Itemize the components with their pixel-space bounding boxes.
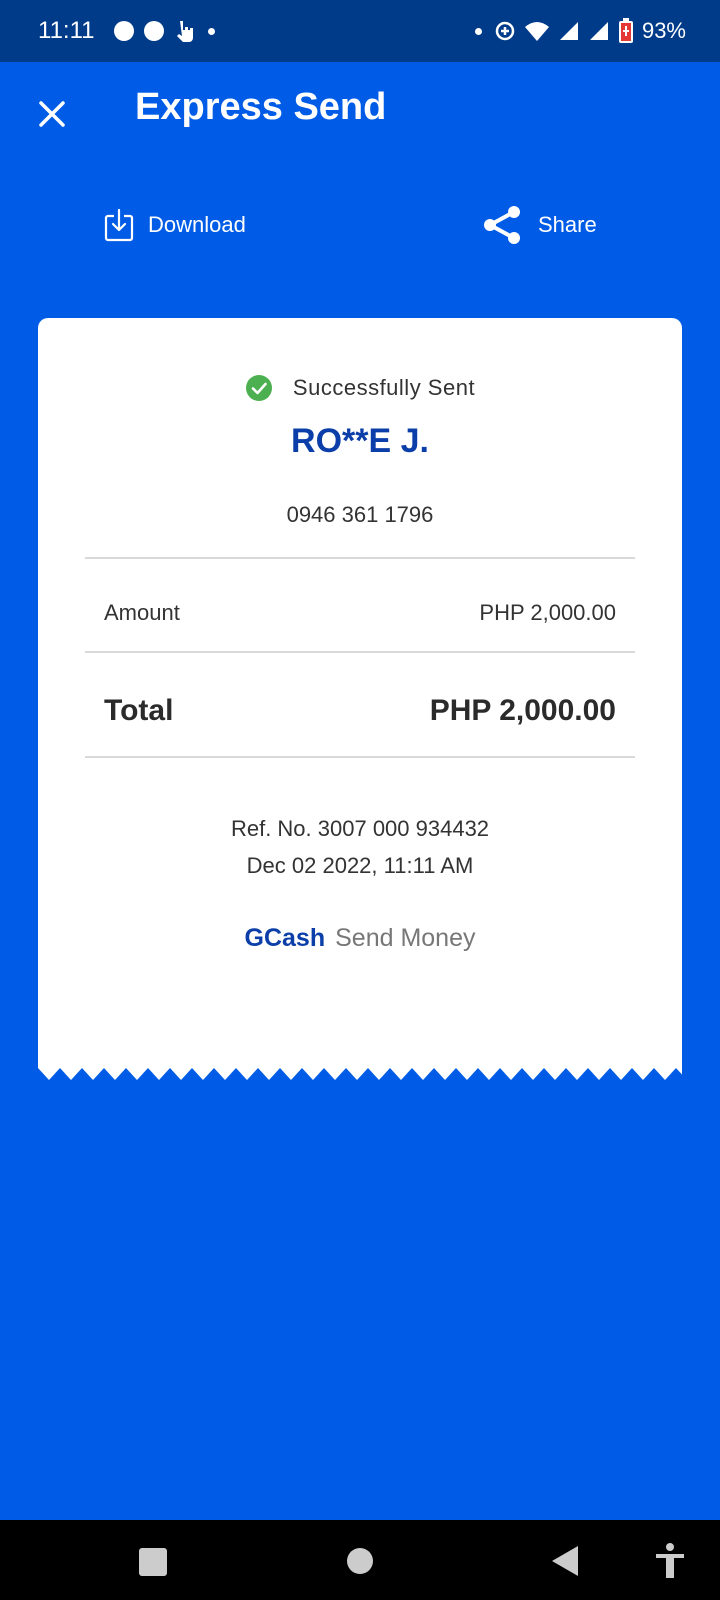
back-triangle-icon xyxy=(552,1546,578,1576)
share-label: Share xyxy=(538,212,597,237)
brand-logo-text: GCash xyxy=(244,924,326,952)
home-circle-icon xyxy=(347,1548,373,1574)
wifi-icon xyxy=(524,22,549,41)
recipient-phone: 0946 361 1796 xyxy=(286,502,434,527)
transaction-datetime: Dec 02 2022, 11:11 AM xyxy=(246,853,474,878)
notification-icons xyxy=(114,18,215,44)
brand-service: Send Money xyxy=(335,924,476,952)
status-time: 11:11 xyxy=(38,17,95,44)
navigation-bar xyxy=(0,1520,720,1600)
recipient-name: RO**E J. xyxy=(291,422,429,460)
signal-icon xyxy=(559,22,578,40)
back-button[interactable] xyxy=(550,1544,580,1583)
touch-hand-icon xyxy=(177,21,193,42)
status-dot xyxy=(474,27,482,35)
accessibility-icon xyxy=(656,1543,684,1578)
download-icon xyxy=(104,208,134,242)
receipt-torn-edge xyxy=(38,1068,682,1080)
signal-icon xyxy=(589,22,608,40)
divider xyxy=(85,651,635,653)
share-button[interactable]: Share xyxy=(482,204,597,246)
reference-block: Ref. No. 3007 000 934432 Dec 02 2022, 11… xyxy=(38,810,682,884)
total-value: PHP 2,000.00 xyxy=(429,694,616,727)
notification-circle-icon xyxy=(144,21,164,41)
more-notifications-dot xyxy=(208,27,215,35)
total-label: Total xyxy=(104,694,174,727)
amount-row: Amount PHP 2,000.00 xyxy=(104,600,616,626)
download-label: Download xyxy=(148,212,246,237)
receipt-card: Successfully Sent RO**E J. 0946 361 1796… xyxy=(38,318,682,1068)
app-bar: Express Send xyxy=(0,62,720,162)
status-bar: 11:11 93% xyxy=(0,0,720,62)
receipt-actions: Download Share xyxy=(0,200,720,252)
download-button[interactable]: Download xyxy=(104,208,246,242)
reference-number: Ref. No. 3007 000 934432 xyxy=(230,816,490,841)
total-row: Total PHP 2,000.00 xyxy=(104,694,616,728)
divider xyxy=(85,557,635,559)
close-button[interactable] xyxy=(30,92,74,136)
recent-apps-button[interactable] xyxy=(138,1547,168,1582)
amount-value: PHP 2,000.00 xyxy=(479,600,616,625)
success-text: Successfully Sent xyxy=(292,375,476,400)
accessibility-button[interactable] xyxy=(652,1542,688,1585)
page-title: Express Send xyxy=(135,86,387,128)
brand-footer: GCash Send Money xyxy=(38,924,682,953)
divider xyxy=(85,756,635,758)
data-saver-icon xyxy=(495,21,515,41)
close-icon xyxy=(39,101,65,127)
system-icons: 93% xyxy=(471,16,686,46)
notification-circle-icon xyxy=(114,21,134,41)
battery-percent: 93% xyxy=(641,18,686,43)
success-status: Successfully Sent xyxy=(38,374,682,402)
square-icon xyxy=(139,1548,167,1576)
home-button[interactable] xyxy=(346,1547,374,1580)
amount-label: Amount xyxy=(104,600,180,625)
battery-icon xyxy=(618,18,633,43)
check-circle-icon xyxy=(245,375,272,401)
share-icon xyxy=(484,206,520,244)
